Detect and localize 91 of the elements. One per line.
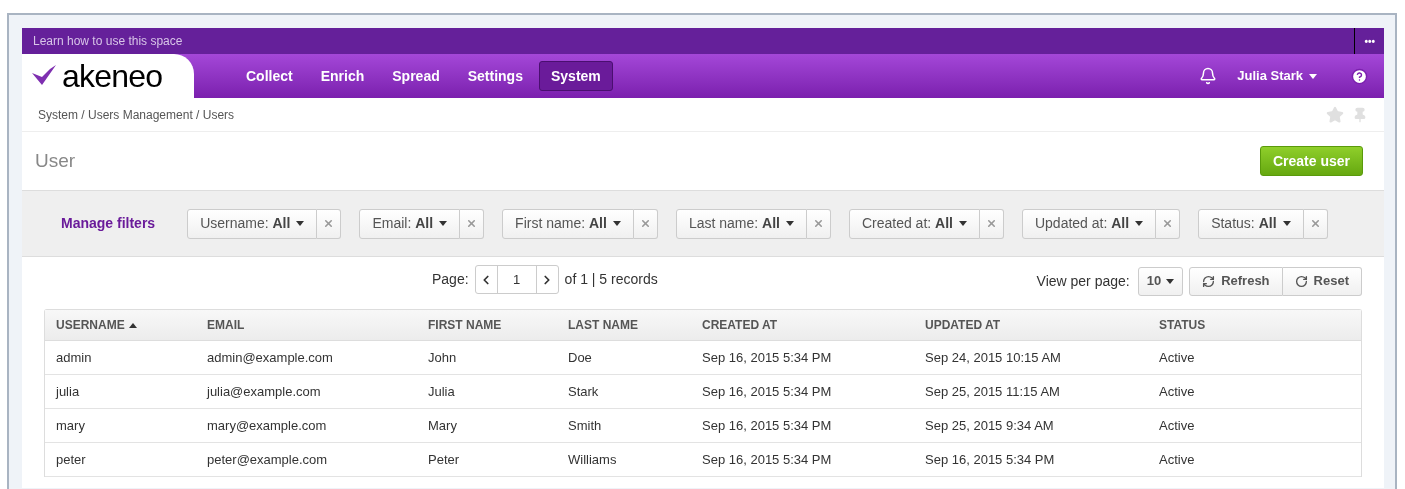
table-cell-text: peter@example.com (207, 450, 329, 469)
page-label: Page: (432, 270, 469, 289)
table-cell-text: mary (56, 416, 86, 435)
logo[interactable]: akeneo (22, 54, 194, 98)
column-header[interactable]: USERNAME (56, 316, 207, 334)
table-cell-text: Sep 16, 2015 5:34 PM (925, 450, 1056, 469)
caret-icon (785, 221, 794, 226)
column-header[interactable]: STATUS (1159, 316, 1361, 334)
close-icon (985, 218, 997, 229)
table-cell-text: Sep 16, 2015 5:34 PM (702, 348, 833, 367)
table-cell-text: Williams (568, 450, 618, 469)
caret-icon (612, 221, 621, 226)
caret-icon (1135, 221, 1144, 226)
remove-filter-button[interactable] (806, 208, 831, 239)
logo-text: akeneo (62, 60, 163, 92)
per-page-label: View per page: (1036, 271, 1130, 291)
help-link[interactable]: Learn how to use this space (22, 32, 183, 50)
close-icon (466, 218, 478, 229)
breadcrumb: System / Users Management / Users (38, 106, 235, 124)
column-header[interactable]: CREATED AT (702, 316, 925, 334)
table-cell-text: Active (1159, 450, 1196, 469)
table-cell-text: Sep 25, 2015 9:34 AM (925, 416, 1055, 435)
table-cell-text: admin (56, 348, 93, 367)
reset-button[interactable]: Reset (1282, 266, 1362, 296)
page-title: User (35, 148, 76, 173)
user-menu[interactable]: Julia Stark (1237, 66, 1317, 86)
table-cell-text: Smith (568, 416, 603, 435)
help-icon[interactable] (1351, 67, 1368, 85)
favorite-icon[interactable] (1326, 105, 1344, 124)
caret-icon (1282, 221, 1291, 226)
nav-tab[interactable]: Collect (234, 61, 305, 91)
remove-filter-button[interactable] (460, 208, 485, 239)
table-cell-text: Doe (568, 348, 593, 367)
close-icon (1162, 218, 1174, 229)
nav-tab[interactable]: System (538, 61, 613, 91)
column-header[interactable]: LAST NAME (568, 316, 702, 334)
close-icon (639, 218, 651, 229)
table-cell-text: Mary (428, 416, 458, 435)
per-page-dropdown[interactable]: 10 (1137, 266, 1184, 296)
filter-dropdown[interactable]: Created at: All (848, 208, 980, 239)
column-header[interactable]: UPDATED AT (925, 316, 1159, 334)
remove-filter-button[interactable] (633, 208, 658, 239)
remove-filter-button[interactable] (979, 208, 1004, 239)
filter-dropdown[interactable]: First name: All (502, 208, 634, 239)
table-cell-text: admin@example.com (207, 348, 334, 367)
table-cell-text: Sep 16, 2015 5:34 PM (702, 416, 833, 435)
table-cell-text: peter (56, 450, 87, 469)
caret-icon (439, 221, 448, 226)
table-cell-text: Active (1159, 348, 1196, 367)
manage-filters-link[interactable]: Manage filters (61, 213, 156, 234)
table-cell-text: julia (56, 382, 81, 401)
sort-ascending-icon (128, 322, 137, 328)
remove-filter-button[interactable] (1156, 208, 1181, 239)
filter-dropdown[interactable]: Updated at: All (1021, 208, 1157, 239)
table-cell-text: Active (1159, 382, 1196, 401)
caret-icon (958, 221, 967, 226)
table-cell-text: Active (1159, 416, 1196, 435)
caret-icon (296, 221, 305, 226)
pin-icon[interactable] (1352, 106, 1368, 123)
table-cell-text: Sep 25, 2015 11:15 AM (925, 382, 1061, 401)
filter-dropdown[interactable]: Status: All (1198, 208, 1304, 239)
page-input[interactable]: 1 (497, 266, 536, 293)
nav-tab[interactable]: Settings (455, 61, 535, 91)
filter-dropdown[interactable]: Last name: All (675, 208, 807, 239)
remove-filter-button[interactable] (1303, 208, 1328, 239)
filter-dropdown[interactable]: Email: All (359, 208, 461, 239)
filter-dropdown[interactable]: Username: All (187, 208, 318, 239)
notification-icon[interactable] (1199, 67, 1218, 85)
caret-icon (1166, 278, 1175, 284)
table-cell-text: Stark (568, 382, 600, 401)
table-cell-text: John (428, 348, 458, 367)
refresh-button[interactable]: Refresh (1189, 266, 1283, 296)
records-summary: of 1 | 5 records (564, 270, 658, 289)
column-header[interactable]: EMAIL (207, 316, 428, 334)
close-icon (1309, 218, 1321, 229)
nav-tab[interactable]: Enrich (308, 61, 377, 91)
table-cell-text: Sep 16, 2015 5:34 PM (702, 450, 833, 469)
table-cell-text: Sep 16, 2015 5:34 PM (702, 382, 833, 401)
table-cell-text: julia@example.com (207, 382, 322, 401)
reset-icon (1294, 274, 1308, 288)
table-cell-text: Julia (428, 382, 456, 401)
close-icon (812, 218, 824, 229)
table-cell-text: mary@example.com (207, 416, 328, 435)
nav-tab[interactable]: Spread (380, 61, 452, 91)
table-cell-text: Sep 24, 2015 10:15 AM (925, 348, 1062, 367)
column-header[interactable]: FIRST NAME (428, 316, 568, 334)
close-icon (323, 218, 335, 229)
remove-filter-button[interactable] (317, 208, 342, 239)
refresh-icon (1202, 274, 1216, 288)
caret-icon (1309, 73, 1317, 79)
table-cell-text: Peter (428, 450, 461, 469)
